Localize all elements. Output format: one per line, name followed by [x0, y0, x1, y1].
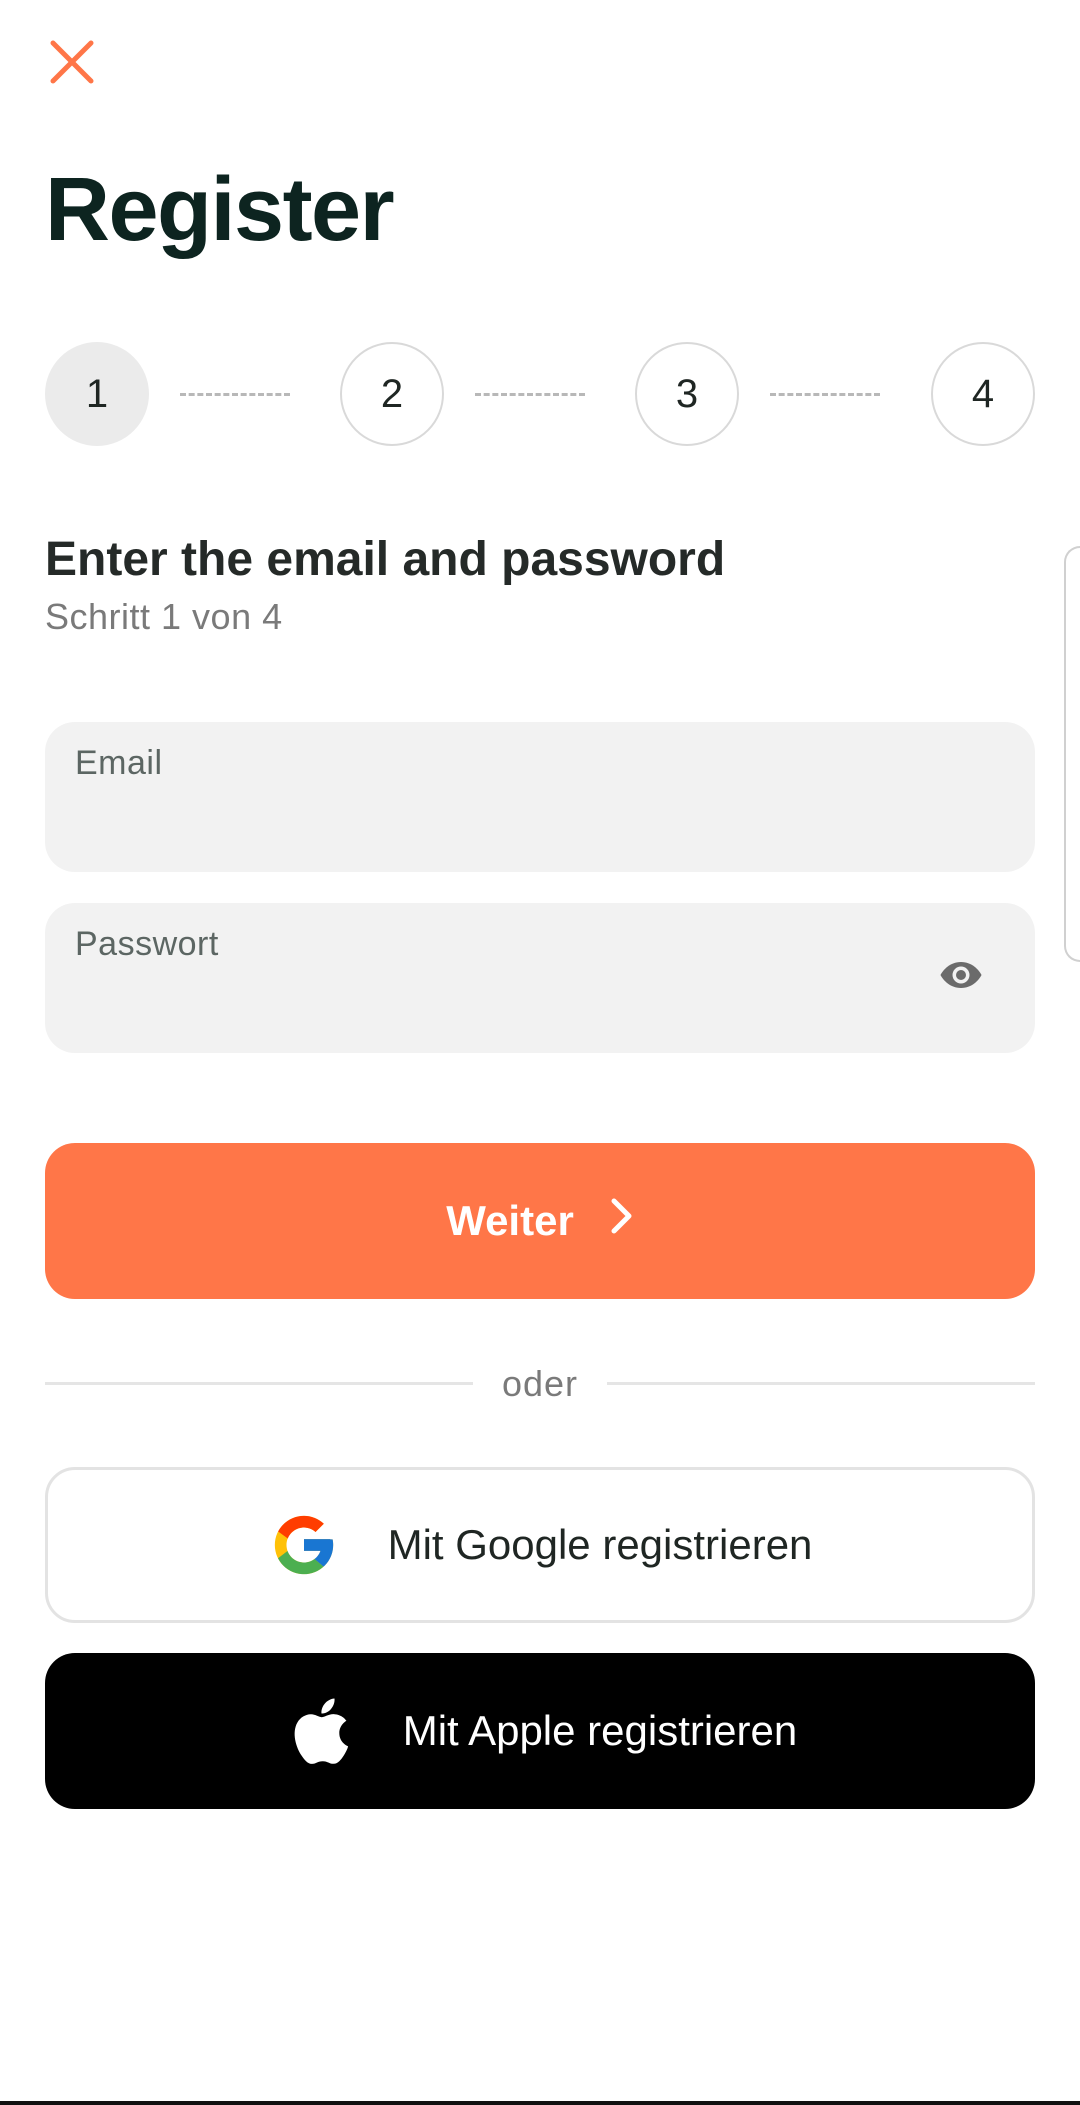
google-icon: [268, 1509, 340, 1581]
close-button[interactable]: [42, 34, 102, 94]
step-2-indicator: 2: [340, 342, 444, 446]
step-4-indicator: 4: [931, 342, 1035, 446]
step-connector: [770, 393, 880, 396]
email-field[interactable]: Email: [45, 722, 1035, 872]
bottom-edge-bar: [0, 2101, 1080, 2105]
password-input[interactable]: [75, 975, 935, 1029]
email-label: Email: [75, 744, 163, 782]
apple-signup-button[interactable]: Mit Apple registrieren: [45, 1653, 1035, 1809]
apple-icon: [283, 1695, 355, 1767]
google-signup-button[interactable]: Mit Google registrieren: [45, 1467, 1035, 1623]
progress-stepper: 1 2 3 4: [45, 342, 1035, 446]
page-title: Register: [45, 160, 395, 260]
google-signup-label: Mit Google registrieren: [387, 1521, 813, 1568]
continue-button[interactable]: Weiter: [45, 1143, 1035, 1299]
step-3-indicator: 3: [635, 342, 739, 446]
show-password-toggle[interactable]: [939, 959, 983, 995]
close-icon: [49, 39, 95, 90]
eye-icon: [939, 960, 983, 995]
divider-line: [607, 1382, 1035, 1385]
apple-signup-label: Mit Apple registrieren: [402, 1707, 798, 1754]
section-heading: Enter the email and password: [45, 533, 726, 586]
side-panel-handle[interactable]: [1064, 546, 1080, 962]
continue-button-label: Weiter: [446, 1197, 574, 1244]
step-1-indicator: 1: [45, 342, 149, 446]
step-connector: [475, 393, 585, 396]
chevron-right-icon: [610, 1197, 634, 1245]
password-label: Passwort: [75, 925, 219, 963]
password-field[interactable]: Passwort: [45, 903, 1035, 1053]
step-progress-text: Schritt 1 von 4: [45, 596, 283, 637]
email-input[interactable]: [75, 794, 935, 848]
step-connector: [180, 393, 290, 396]
or-divider: oder: [45, 1362, 1035, 1406]
